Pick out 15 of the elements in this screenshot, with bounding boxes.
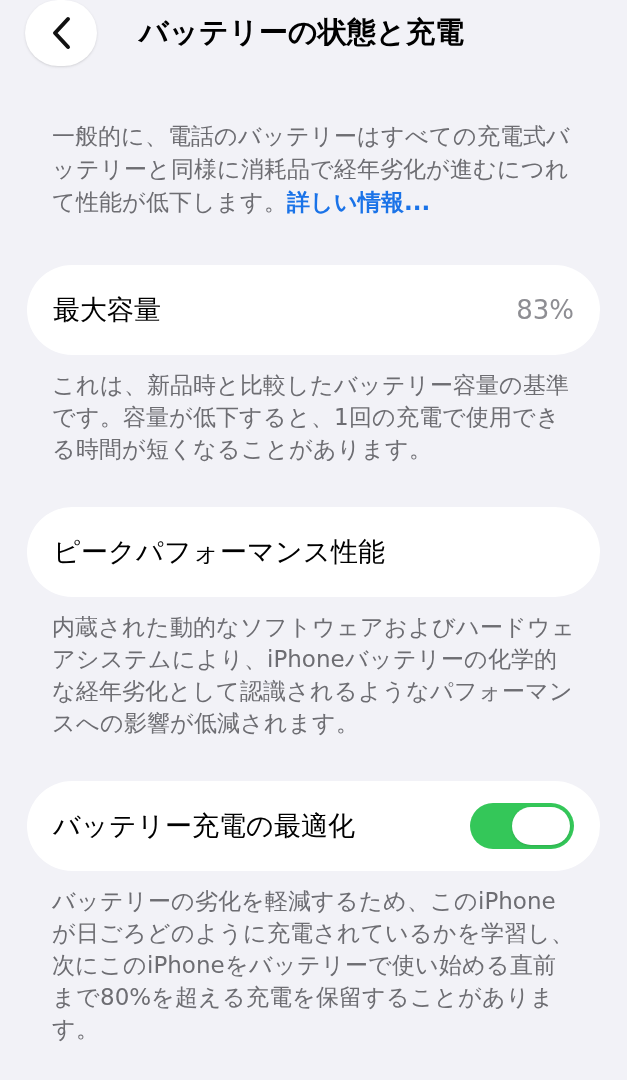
back-button[interactable]	[25, 0, 97, 66]
row-label: 最大容量	[53, 292, 161, 327]
row-label: ピークパフォーマンス性能	[53, 534, 385, 569]
row-value: 83%	[516, 293, 574, 327]
footnote-text: これは、新品時と比較したバッテリー容量の基準です。容量が低下すると、1回の充電で使用できる時間が短くなることがあります。	[51, 371, 570, 464]
page-title: バッテリーの状態と充電	[139, 14, 464, 52]
more-info-link[interactable]: 詳しい情報...	[287, 189, 431, 215]
settings-row[interactable]: 最大容量 83%	[27, 265, 600, 355]
settings-row[interactable]: ピークパフォーマンス性能	[27, 507, 600, 597]
toggle-switch[interactable]	[470, 803, 574, 849]
footnote-text: バッテリーの劣化を軽減するため、このiPhoneが日ごろどのように充電されているかを学習し、次にこのiPhoneをバッテリーで使い始める直前まで80%を超える充電を保留することがあります。	[51, 887, 575, 1044]
footnote-text: 内蔵された動的なソフトウェアおよびハードウェアシステムにより、iPhoneバッテリーの化学的な経年劣化として認識されるようなパフォーマンスへの影響が低減されます。	[51, 613, 576, 738]
row-label: バッテリー充電の最適化	[53, 808, 355, 843]
back-icon	[51, 16, 71, 50]
intro-text: 一般的に、電話のバッテリーはすべての充電式バッテリーと同様に消耗品で経年劣化が進むにつれて性能が低下します。詳しい情報...	[51, 122, 571, 217]
